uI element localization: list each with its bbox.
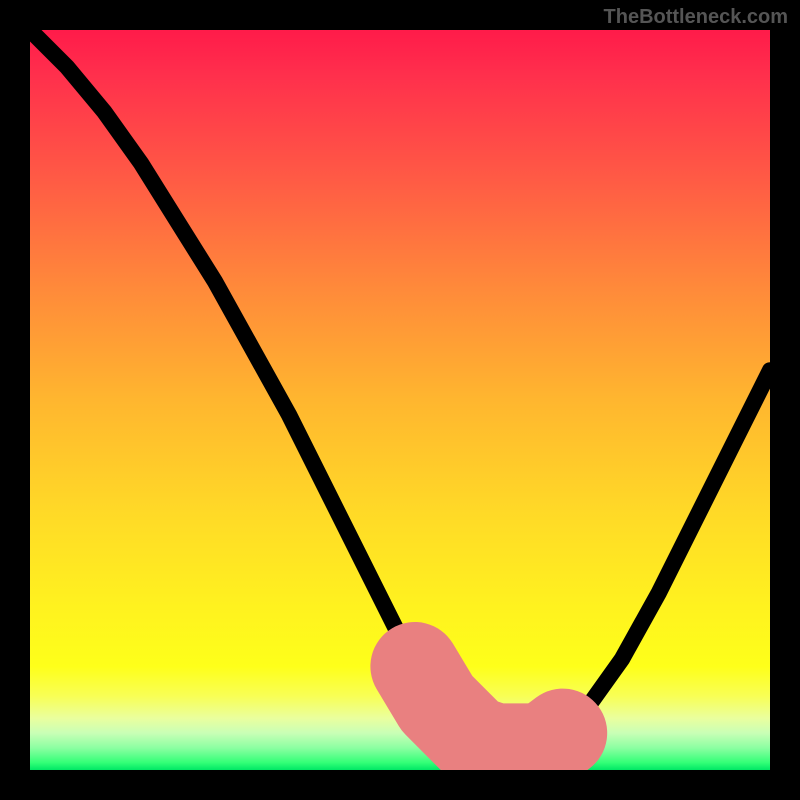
chart-frame: TheBottleneck.com — [0, 0, 800, 800]
valley-highlight — [415, 666, 563, 747]
watermark-text: TheBottleneck.com — [604, 6, 788, 29]
plot-svg — [30, 30, 770, 770]
plot-area — [30, 30, 770, 770]
